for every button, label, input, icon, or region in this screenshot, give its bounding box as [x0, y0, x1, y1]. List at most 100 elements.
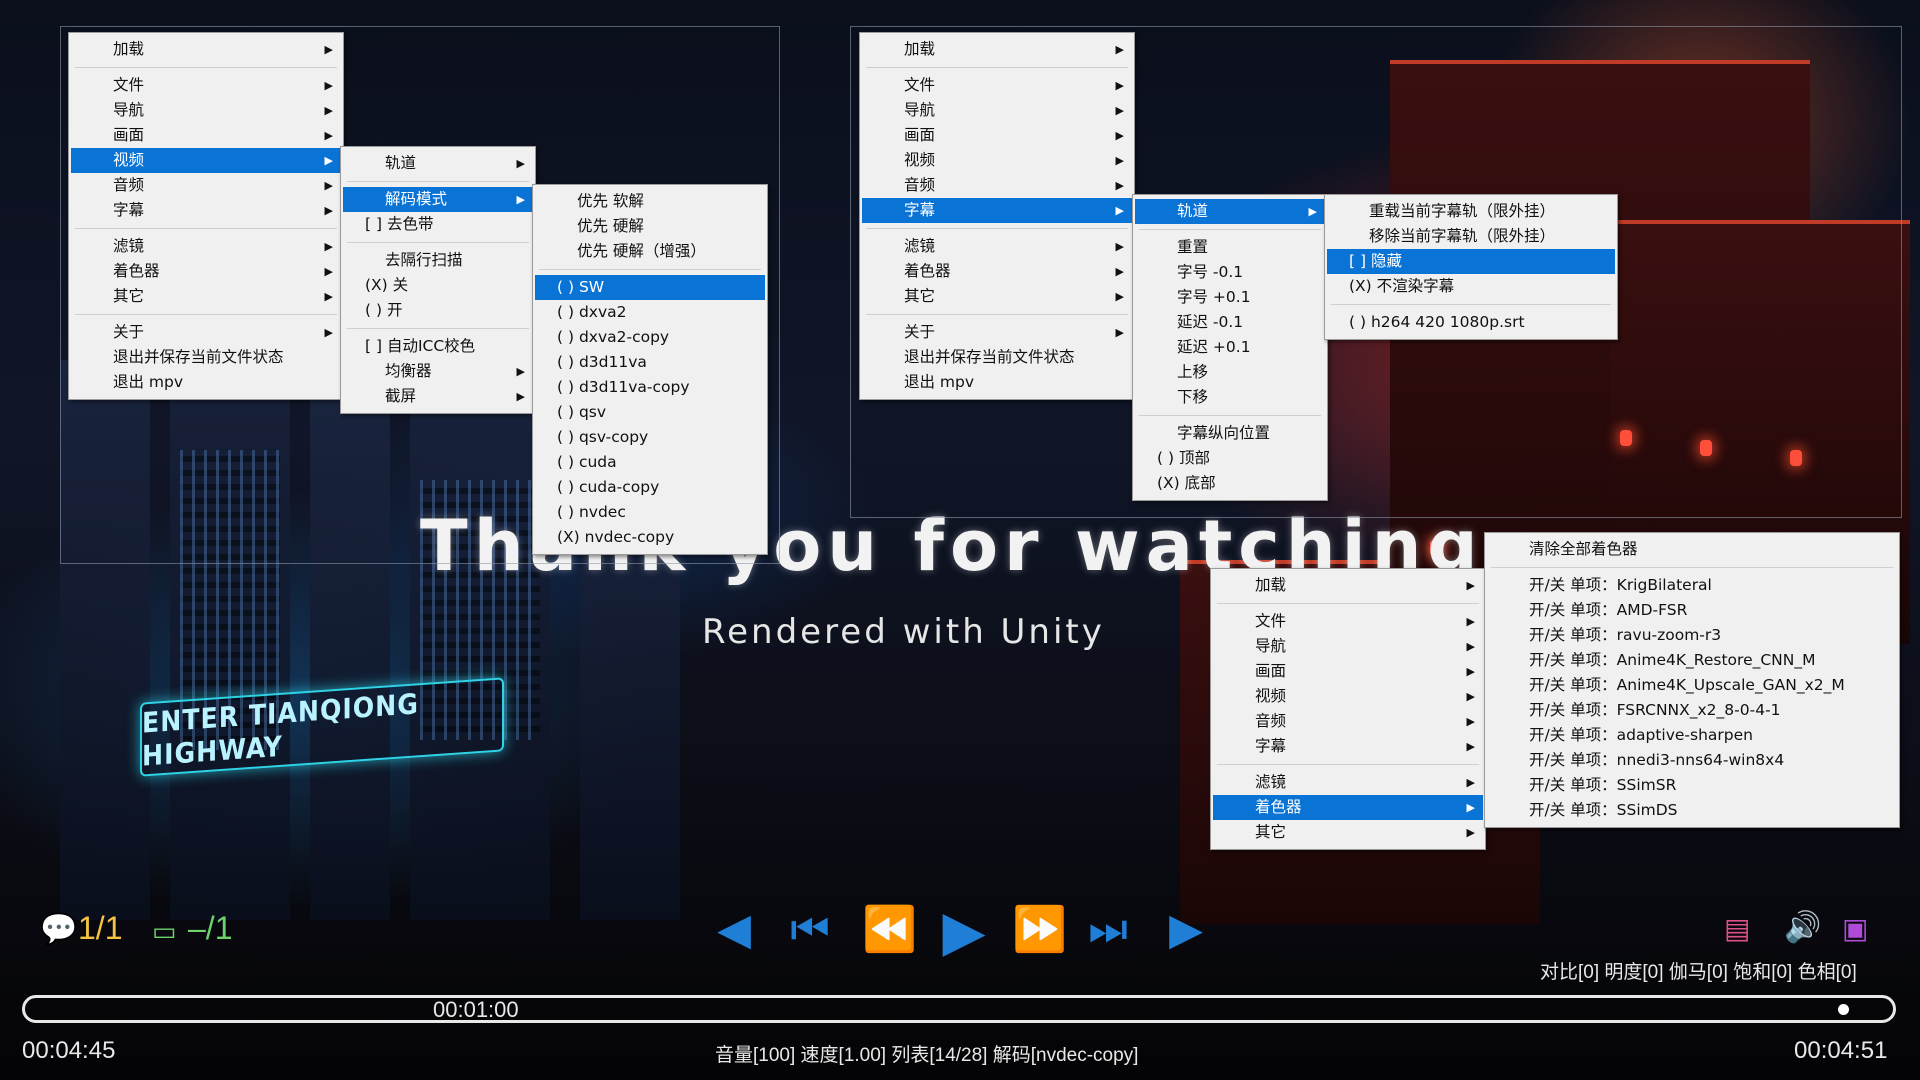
- fullscreen-icon[interactable]: ▣: [1842, 912, 1868, 945]
- audio-track-icon[interactable]: ▭: [152, 916, 177, 947]
- menu-item[interactable]: 视频 ▶: [862, 148, 1132, 173]
- menu-item[interactable]: 文件 ▶: [862, 73, 1132, 98]
- menu-item[interactable]: 开/关 单项：ravu-zoom-r3: [1487, 623, 1897, 648]
- menu-item[interactable]: 滤镜 ▶: [71, 234, 341, 259]
- menu-item[interactable]: (X) 不渲染字幕: [1327, 274, 1615, 299]
- menu-item[interactable]: 开/关 单项：SSimSR: [1487, 773, 1897, 798]
- menu-item[interactable]: 文件 ▶: [71, 73, 341, 98]
- menu-item[interactable]: 优先 软解: [535, 189, 765, 214]
- volume-icon[interactable]: 🔊: [1784, 910, 1821, 945]
- menu-item[interactable]: 着色器 ▶: [862, 259, 1132, 284]
- menu-item[interactable]: 字幕纵向位置: [1135, 421, 1325, 446]
- menu-item[interactable]: 字幕 ▶: [862, 198, 1132, 223]
- menu-item[interactable]: 轨道 ▶: [343, 151, 533, 176]
- menu-item[interactable]: 字号 -0.1: [1135, 260, 1325, 285]
- playlist-prev-icon[interactable]: ⏮: [788, 908, 832, 952]
- menu-item[interactable]: ( ) d3d11va: [535, 350, 765, 375]
- menu-item[interactable]: 视频 ▶: [1213, 684, 1483, 709]
- menu-item[interactable]: ( ) dxva2-copy: [535, 325, 765, 350]
- menu-item[interactable]: ( ) h264 420 1080p.srt: [1327, 310, 1615, 335]
- menu-item[interactable]: 字幕 ▶: [71, 198, 341, 223]
- menu-item[interactable]: 导航 ▶: [71, 98, 341, 123]
- menu-item[interactable]: 延迟 +0.1: [1135, 335, 1325, 360]
- menu-item[interactable]: 上移: [1135, 360, 1325, 385]
- menu-item[interactable]: 优先 硬解: [535, 214, 765, 239]
- menu-item[interactable]: [ ] 自动ICC校色: [343, 334, 533, 359]
- menu-item[interactable]: 开/关 单项：adaptive-sharpen: [1487, 723, 1897, 748]
- menu-item[interactable]: (X) 关: [343, 273, 533, 298]
- menu-item[interactable]: 优先 硬解（增强）: [535, 239, 765, 264]
- menu-item[interactable]: 加载 ▶: [71, 37, 341, 62]
- menu-item[interactable]: ( ) cuda-copy: [535, 475, 765, 500]
- menu-item[interactable]: 着色器 ▶: [71, 259, 341, 284]
- menu-item[interactable]: 退出并保存当前文件状态: [862, 345, 1132, 370]
- menu-item[interactable]: [ ] 隐藏: [1327, 249, 1615, 274]
- rewind-icon[interactable]: ⏪: [862, 908, 917, 952]
- menu-item[interactable]: 重载当前字幕轨（限外挂）: [1327, 199, 1615, 224]
- seek-bar[interactable]: [22, 995, 1896, 1023]
- menu-item[interactable]: 字号 +0.1: [1135, 285, 1325, 310]
- menu-item[interactable]: 关于 ▶: [71, 320, 341, 345]
- menu-item[interactable]: 关于 ▶: [862, 320, 1132, 345]
- menu-item[interactable]: ( ) dxva2: [535, 300, 765, 325]
- menu-item[interactable]: [ ] 去色带: [343, 212, 533, 237]
- menu-item[interactable]: ( ) SW: [535, 275, 765, 300]
- menu-item[interactable]: 开/关 单项：SSimDS: [1487, 798, 1897, 823]
- info-panel-icon[interactable]: ▤: [1724, 912, 1750, 945]
- menu-item[interactable]: 延迟 -0.1: [1135, 310, 1325, 335]
- menu-item[interactable]: 开/关 单项：Anime4K_Upscale_GAN_x2_M: [1487, 673, 1897, 698]
- menu-item[interactable]: 均衡器 ▶: [343, 359, 533, 384]
- menu-item[interactable]: 其它 ▶: [71, 284, 341, 309]
- chapter-next-icon[interactable]: ▶: [1164, 908, 1208, 952]
- menu-item[interactable]: ( ) cuda: [535, 450, 765, 475]
- menu-item[interactable]: 截屏 ▶: [343, 384, 533, 409]
- menu-item[interactable]: 视频 ▶: [71, 148, 341, 173]
- menu-item[interactable]: 文件 ▶: [1213, 609, 1483, 634]
- menu-item[interactable]: 画面 ▶: [71, 123, 341, 148]
- menu-item[interactable]: 其它 ▶: [862, 284, 1132, 309]
- menu-item[interactable]: 退出 mpv: [71, 370, 341, 395]
- menu-item[interactable]: 开/关 单项：FSRCNNX_x2_8-0-4-1: [1487, 698, 1897, 723]
- menu-item[interactable]: 音频 ▶: [862, 173, 1132, 198]
- subtitle-track-icon[interactable]: 💬: [40, 912, 77, 947]
- menu-item[interactable]: 加载 ▶: [862, 37, 1132, 62]
- menu-item[interactable]: 清除全部着色器: [1487, 537, 1897, 562]
- menu-item[interactable]: 导航 ▶: [862, 98, 1132, 123]
- menu-item[interactable]: 音频 ▶: [71, 173, 341, 198]
- menu-item[interactable]: 退出 mpv: [862, 370, 1132, 395]
- menu-item[interactable]: 加载 ▶: [1213, 573, 1483, 598]
- menu-item[interactable]: 开/关 单项：AMD-FSR: [1487, 598, 1897, 623]
- menu-item[interactable]: 滤镜 ▶: [1213, 770, 1483, 795]
- menu-item[interactable]: 解码模式 ▶: [343, 187, 533, 212]
- menu-item[interactable]: ( ) qsv-copy: [535, 425, 765, 450]
- menu-item[interactable]: 轨道 ▶: [1135, 199, 1325, 224]
- time-elapsed[interactable]: 00:04:45: [22, 1037, 115, 1065]
- menu-item[interactable]: 音频 ▶: [1213, 709, 1483, 734]
- menu-item[interactable]: 其它 ▶: [1213, 820, 1483, 845]
- menu-item[interactable]: 画面 ▶: [1213, 659, 1483, 684]
- menu-item[interactable]: 字幕 ▶: [1213, 734, 1483, 759]
- menu-item[interactable]: ( ) qsv: [535, 400, 765, 425]
- menu-item[interactable]: 开/关 单项：Anime4K_Restore_CNN_M: [1487, 648, 1897, 673]
- menu-item[interactable]: 退出并保存当前文件状态: [71, 345, 341, 370]
- subtitle-track-counter[interactable]: 1/1: [78, 910, 122, 947]
- menu-item[interactable]: 开/关 单项：nnedi3-nns64-win8x4: [1487, 748, 1897, 773]
- menu-item[interactable]: 着色器 ▶: [1213, 795, 1483, 820]
- menu-item[interactable]: 去隔行扫描: [343, 248, 533, 273]
- time-total[interactable]: 00:04:51: [1794, 1037, 1887, 1065]
- menu-item[interactable]: 画面 ▶: [862, 123, 1132, 148]
- menu-item[interactable]: ( ) d3d11va-copy: [535, 375, 765, 400]
- playlist-next-icon[interactable]: ⏭: [1086, 908, 1130, 952]
- menu-item[interactable]: 下移: [1135, 385, 1325, 410]
- menu-item[interactable]: 移除当前字幕轨（限外挂）: [1327, 224, 1615, 249]
- menu-item[interactable]: ( ) 开: [343, 298, 533, 323]
- menu-item[interactable]: (X) 底部: [1135, 471, 1325, 496]
- seek-handle[interactable]: [1838, 1004, 1849, 1015]
- menu-item[interactable]: 开/关 单项：KrigBilateral: [1487, 573, 1897, 598]
- menu-item[interactable]: (X) nvdec-copy: [535, 525, 765, 550]
- fast-forward-icon[interactable]: ⏩: [1012, 908, 1067, 952]
- play-icon[interactable]: ▶: [938, 904, 990, 960]
- video-eq-values[interactable]: 对比[0] 明度[0] 伽马[0] 饱和[0] 色相[0]: [1540, 957, 1857, 984]
- menu-item[interactable]: 重置: [1135, 235, 1325, 260]
- menu-item[interactable]: ( ) 顶部: [1135, 446, 1325, 471]
